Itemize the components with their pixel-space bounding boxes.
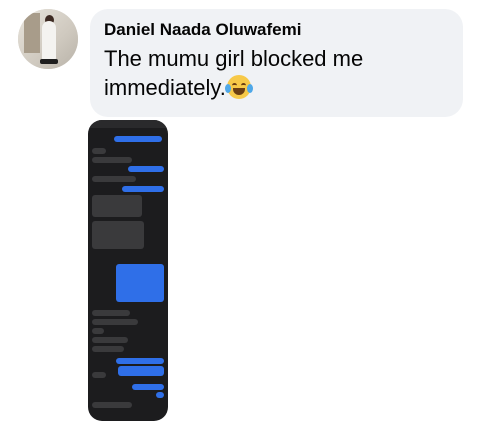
chat-message bbox=[92, 157, 132, 163]
chat-message bbox=[92, 176, 136, 182]
chat-message bbox=[128, 166, 164, 172]
chat-message bbox=[116, 358, 164, 364]
chat-message bbox=[92, 402, 132, 408]
face-with-tears-of-joy-icon bbox=[224, 75, 253, 99]
chat-message bbox=[92, 148, 106, 154]
chat-screenshot-attachment[interactable] bbox=[88, 120, 168, 421]
chat-message bbox=[114, 136, 162, 142]
chat-message bbox=[92, 328, 104, 334]
comment-author-name[interactable]: Daniel Naada Oluwafemi bbox=[104, 19, 449, 41]
chat-message bbox=[122, 186, 164, 192]
chat-message bbox=[92, 221, 144, 249]
chat-message bbox=[92, 195, 142, 217]
chat-message bbox=[132, 384, 164, 390]
comment-text: The mumu girl blocked me immediately. bbox=[104, 44, 449, 102]
chat-message bbox=[156, 392, 164, 398]
chat-message bbox=[92, 346, 124, 352]
chat-message bbox=[92, 310, 130, 316]
chat-message bbox=[118, 366, 164, 376]
status-bar bbox=[88, 120, 168, 128]
chat-message bbox=[92, 337, 128, 343]
commenter-avatar[interactable] bbox=[18, 9, 78, 69]
chat-footer bbox=[92, 412, 152, 418]
comment-bubble: Daniel Naada Oluwafemi The mumu girl blo… bbox=[90, 9, 463, 117]
chat-message bbox=[92, 319, 138, 325]
chat-message bbox=[116, 264, 164, 302]
chat-message bbox=[92, 372, 106, 378]
